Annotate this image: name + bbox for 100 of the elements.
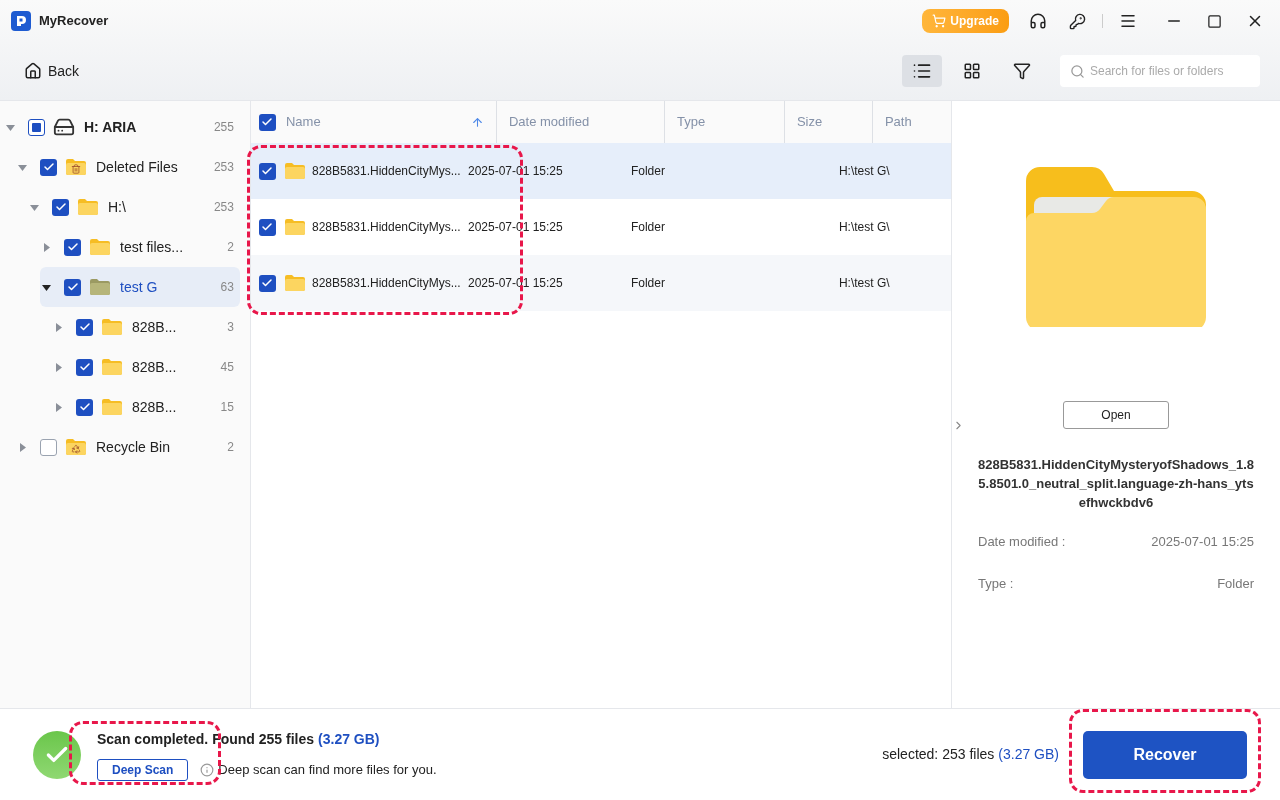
check-icon: [66, 241, 79, 253]
key-icon[interactable]: [1069, 12, 1086, 30]
support-icon[interactable]: [1029, 12, 1047, 30]
meta-label: Type :: [978, 574, 1014, 593]
folder-icon: [101, 358, 123, 376]
deep-scan-button[interactable]: Deep Scan: [97, 758, 189, 781]
item-count: 253: [213, 159, 235, 176]
search-icon: [1070, 64, 1085, 79]
checkbox[interactable]: [76, 398, 93, 416]
file-row[interactable]: 828B5831.HiddenCityMys... 2025-07-01 15:25 Folder H:\test G\: [250, 255, 951, 311]
type-cell-text: Folder: [630, 163, 666, 180]
menu-icon[interactable]: [1119, 12, 1137, 30]
tree-label: H:\: [108, 197, 127, 217]
caret-icon[interactable]: [42, 282, 51, 292]
filter-icon: [1013, 62, 1031, 80]
check-icon: [261, 221, 274, 233]
date-cell-text: 2025-07-01 15:25: [466, 163, 564, 180]
file-name: 828B5831.HiddenCityMys...: [311, 219, 462, 236]
checkbox[interactable]: [258, 274, 276, 292]
item-count: 253: [213, 199, 235, 216]
file-name: 828B5831.HiddenCityMys...: [311, 275, 462, 292]
tree-item[interactable]: H:\ 253: [28, 187, 240, 227]
app-title: MyRecover: [39, 12, 109, 31]
tree-label: H: ARIA: [84, 117, 138, 137]
checkbox[interactable]: [64, 238, 81, 256]
check-icon: [66, 281, 79, 293]
tree-item[interactable]: H: ARIA 255: [4, 107, 240, 147]
list-view-button[interactable]: [902, 55, 942, 87]
folder-icon: [283, 218, 306, 236]
app-logo-icon: [11, 11, 31, 31]
check-icon: [261, 277, 274, 289]
checkbox[interactable]: [76, 358, 93, 376]
check-icon: [54, 201, 67, 213]
info-icon: [200, 762, 215, 777]
recycle-folder-icon: [65, 438, 87, 456]
open-button[interactable]: Open: [1063, 401, 1169, 429]
item-count: 45: [220, 359, 235, 376]
folder-icon: [77, 198, 99, 216]
tree-item[interactable]: Recycle Bin 2: [16, 427, 240, 467]
home-icon: [24, 62, 42, 80]
file-row[interactable]: 828B5831.HiddenCityMys... 2025-07-01 15:25 Folder H:\test G\: [250, 143, 951, 199]
checkbox[interactable]: [52, 198, 69, 216]
checkbox[interactable]: [40, 438, 57, 456]
file-name: 828B5831.HiddenCityMys...: [311, 163, 462, 180]
path-cell-text: H:\test G\: [838, 219, 890, 236]
list-view-icon: [912, 61, 932, 81]
recover-button[interactable]: Recover: [1083, 730, 1247, 779]
drive-icon: [53, 116, 75, 138]
check-icon: [42, 161, 55, 173]
folder-icon: [101, 398, 123, 416]
date-cell-text: 2025-07-01 15:25: [466, 275, 564, 292]
path-cell-text: H:\test G\: [838, 275, 890, 292]
tree-label: Deleted Files: [96, 157, 179, 177]
tree-label: Recycle Bin: [96, 437, 171, 457]
tree-item[interactable]: Deleted Files 253: [16, 147, 240, 187]
check-icon: [261, 165, 274, 177]
tree-item[interactable]: 828B... 45: [52, 347, 240, 387]
tree-item[interactable]: test G 63: [40, 267, 240, 307]
item-count: 2: [227, 239, 235, 256]
selected-size-text: (3.27 GB): [998, 745, 1059, 764]
check-icon: [261, 116, 274, 128]
item-count: 2: [227, 439, 235, 456]
selected-count-text: selected: 253 files: [882, 745, 995, 764]
folder-icon: [89, 238, 111, 256]
scan-size-text: (3.27 GB): [318, 729, 380, 749]
path-cell-text: H:\test G\: [838, 163, 890, 180]
meta-value: 2025-07-01 15:25: [1151, 533, 1254, 551]
tree-label: test G: [120, 277, 159, 297]
tree-item[interactable]: 828B... 3: [52, 307, 240, 347]
checkbox[interactable]: [258, 162, 276, 180]
back-button[interactable]: Back: [24, 60, 80, 82]
check-icon: [78, 401, 91, 413]
checkbox[interactable]: [28, 118, 45, 136]
checkbox[interactable]: [64, 278, 81, 296]
trash-folder-icon: [65, 158, 87, 176]
item-count: 255: [213, 119, 235, 136]
cart-icon: [932, 14, 947, 28]
checkbox[interactable]: [258, 113, 276, 131]
sort-arrow-icon: [470, 115, 484, 129]
type-cell-text: Folder: [630, 219, 666, 236]
tree-label: 828B...: [132, 317, 178, 337]
checkbox[interactable]: [40, 158, 57, 176]
folder-icon: [283, 274, 306, 292]
item-count: 15: [220, 399, 235, 416]
maximize-icon[interactable]: [1207, 13, 1222, 29]
check-icon: [78, 361, 91, 373]
tree-item[interactable]: 828B... 15: [52, 387, 240, 427]
item-count: 63: [220, 279, 235, 296]
tree-item[interactable]: test files... 2: [40, 227, 240, 267]
meta-value: Folder: [1217, 574, 1254, 593]
checkbox[interactable]: [258, 218, 276, 236]
tree-label: 828B...: [132, 357, 178, 377]
date-cell-text: 2025-07-01 15:25: [466, 219, 564, 236]
search-field[interactable]: Search for files or folders: [1060, 55, 1260, 87]
meta-label: Date modified :: [978, 533, 1066, 551]
checkbox[interactable]: [76, 318, 93, 336]
type-cell-text: Folder: [630, 275, 666, 292]
success-check-icon: [33, 730, 81, 779]
check-icon: [78, 321, 91, 333]
folder-icon: [89, 278, 111, 296]
